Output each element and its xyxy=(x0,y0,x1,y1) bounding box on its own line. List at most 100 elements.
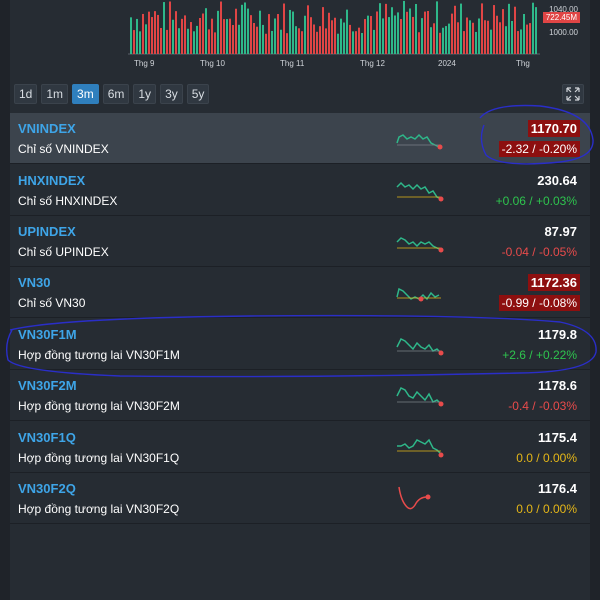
index-row-hnxindex[interactable]: HNXINDEX Chỉ số HNXINDEX 230.64 +0.06 / … xyxy=(10,165,590,216)
index-row-upindex[interactable]: UPINDEX Chỉ số UPINDEX 87.97 -0.04 / -0.… xyxy=(10,216,590,267)
volume-bar xyxy=(478,18,480,55)
volume-bar xyxy=(232,25,234,54)
volume-bar xyxy=(490,29,492,54)
volume-bar xyxy=(178,28,180,54)
volume-bar xyxy=(196,25,198,54)
row-symbol[interactable]: HNXINDEX xyxy=(18,173,85,188)
range-button-1y[interactable]: 1y xyxy=(133,84,157,104)
volume-bar xyxy=(298,28,300,54)
x-label: Thg 10 xyxy=(200,59,225,68)
volume-bar xyxy=(310,17,312,54)
volume-bar xyxy=(223,19,225,54)
index-row-vn30f2q[interactable]: VN30F2Q Hợp đồng tương lai VN30F2Q 1176.… xyxy=(10,473,590,524)
volume-bar xyxy=(292,11,294,54)
sparkline-icon xyxy=(396,337,444,356)
volume-bar xyxy=(409,8,411,54)
volume-bar xyxy=(289,9,291,54)
volume-bar xyxy=(313,24,315,54)
row-price: 1179.8 xyxy=(537,327,577,342)
volume-bar xyxy=(151,17,153,54)
index-row-vn30f2m[interactable]: VN30F2M Hợp đồng tương lai VN30F2M 1178.… xyxy=(10,370,590,421)
volume-bar xyxy=(388,17,390,54)
sparkline-icon xyxy=(396,181,444,202)
volume-bar xyxy=(235,8,237,55)
volume-bar xyxy=(136,18,138,55)
volume-bar xyxy=(352,31,354,54)
volume-bar xyxy=(394,15,396,54)
range-selector: 1d 1m 3m 6m 1y 3y 5y xyxy=(14,84,210,106)
row-symbol[interactable]: VNINDEX xyxy=(18,121,76,136)
volume-bar xyxy=(244,2,246,54)
range-button-3y[interactable]: 3y xyxy=(160,84,183,104)
volume-bar xyxy=(496,15,498,54)
range-button-6m[interactable]: 6m xyxy=(102,84,130,104)
expand-button[interactable] xyxy=(562,84,584,104)
volume-bar xyxy=(487,20,489,54)
volume-bar xyxy=(172,19,174,54)
volume-bar xyxy=(322,7,324,55)
volume-bar xyxy=(460,3,462,54)
volume-bar xyxy=(442,27,444,54)
volume-bar xyxy=(259,10,261,55)
volume-bar xyxy=(508,3,510,55)
row-symbol[interactable]: VN30 xyxy=(18,275,51,290)
volume-bar xyxy=(517,31,519,54)
row-symbol[interactable]: VN30F1Q xyxy=(18,430,76,445)
row-symbol[interactable]: VN30F2M xyxy=(18,378,77,393)
index-row-vnindex[interactable]: VNINDEX Chỉ số VNINDEX 1170.70 -2.32 / -… xyxy=(10,113,590,164)
volume-bar xyxy=(466,17,468,54)
volume-bar xyxy=(514,6,516,54)
row-name: Chỉ số UPINDEX xyxy=(18,245,109,259)
volume-bar xyxy=(418,32,420,54)
volume-bar xyxy=(190,22,192,54)
volume-bar xyxy=(265,33,267,54)
volume-bar xyxy=(382,18,384,55)
row-price: 87.97 xyxy=(544,224,577,239)
volume-chart[interactable]: 1040.00 722.45M 1000.00 Thg 9 Thg 10 Thg… xyxy=(10,0,590,78)
range-button-3m[interactable]: 3m xyxy=(72,84,99,104)
range-button-1d[interactable]: 1d xyxy=(14,84,38,104)
range-button-1m[interactable]: 1m xyxy=(41,84,69,104)
row-name: Chỉ số VNINDEX xyxy=(18,142,109,156)
volume-bar xyxy=(448,23,450,54)
row-change: -0.4 / -0.03% xyxy=(508,399,577,413)
volume-bar xyxy=(148,11,150,55)
sparkline-icon xyxy=(396,287,441,302)
row-change: -2.32 / -0.20% xyxy=(498,141,580,157)
volume-bar xyxy=(346,9,348,55)
volume-bar xyxy=(250,15,252,54)
x-label: Thg 12 xyxy=(360,59,385,68)
volume-bar xyxy=(142,13,144,54)
index-row-vn30[interactable]: VN30 Chỉ số VN30 1172.36 -0.99 / -0.08% xyxy=(10,267,590,318)
index-row-vn30f1m[interactable]: VN30F1M Hợp đồng tương lai VN30F1M 1179.… xyxy=(10,319,590,370)
volume-bar xyxy=(184,15,186,54)
volume-bar xyxy=(379,3,381,55)
volume-bar xyxy=(319,26,321,54)
row-symbol[interactable]: VN30F1M xyxy=(18,327,77,342)
volume-bar xyxy=(307,5,309,54)
volume-bar xyxy=(316,31,318,54)
range-button-5y[interactable]: 5y xyxy=(186,84,210,104)
volume-bar xyxy=(370,16,372,54)
volume-bar xyxy=(433,23,435,54)
volume-bar xyxy=(385,3,387,54)
volume-bar xyxy=(271,30,273,54)
volume-bar xyxy=(145,24,147,54)
market-panel: 1040.00 722.45M 1000.00 Thg 9 Thg 10 Thg… xyxy=(10,0,590,600)
volume-bar xyxy=(295,26,297,54)
row-symbol[interactable]: VN30F2Q xyxy=(18,481,76,496)
volume-bar xyxy=(523,13,525,54)
volume-bar xyxy=(412,16,414,55)
row-name: Chỉ số VN30 xyxy=(18,296,86,310)
volume-bar xyxy=(280,29,282,54)
x-label: Thg 11 xyxy=(280,59,305,68)
index-row-vn30f1q[interactable]: VN30F1Q Hợp đồng tương lai VN30F1Q 1175.… xyxy=(10,422,590,473)
volume-bar xyxy=(175,11,177,55)
volume-bar xyxy=(484,20,486,54)
volume-bar xyxy=(283,3,285,55)
volume-bar xyxy=(211,18,213,54)
row-symbol[interactable]: UPINDEX xyxy=(18,224,76,239)
x-label: 2024 xyxy=(438,59,456,68)
volume-bar xyxy=(202,13,204,55)
volume-bar xyxy=(220,1,222,54)
